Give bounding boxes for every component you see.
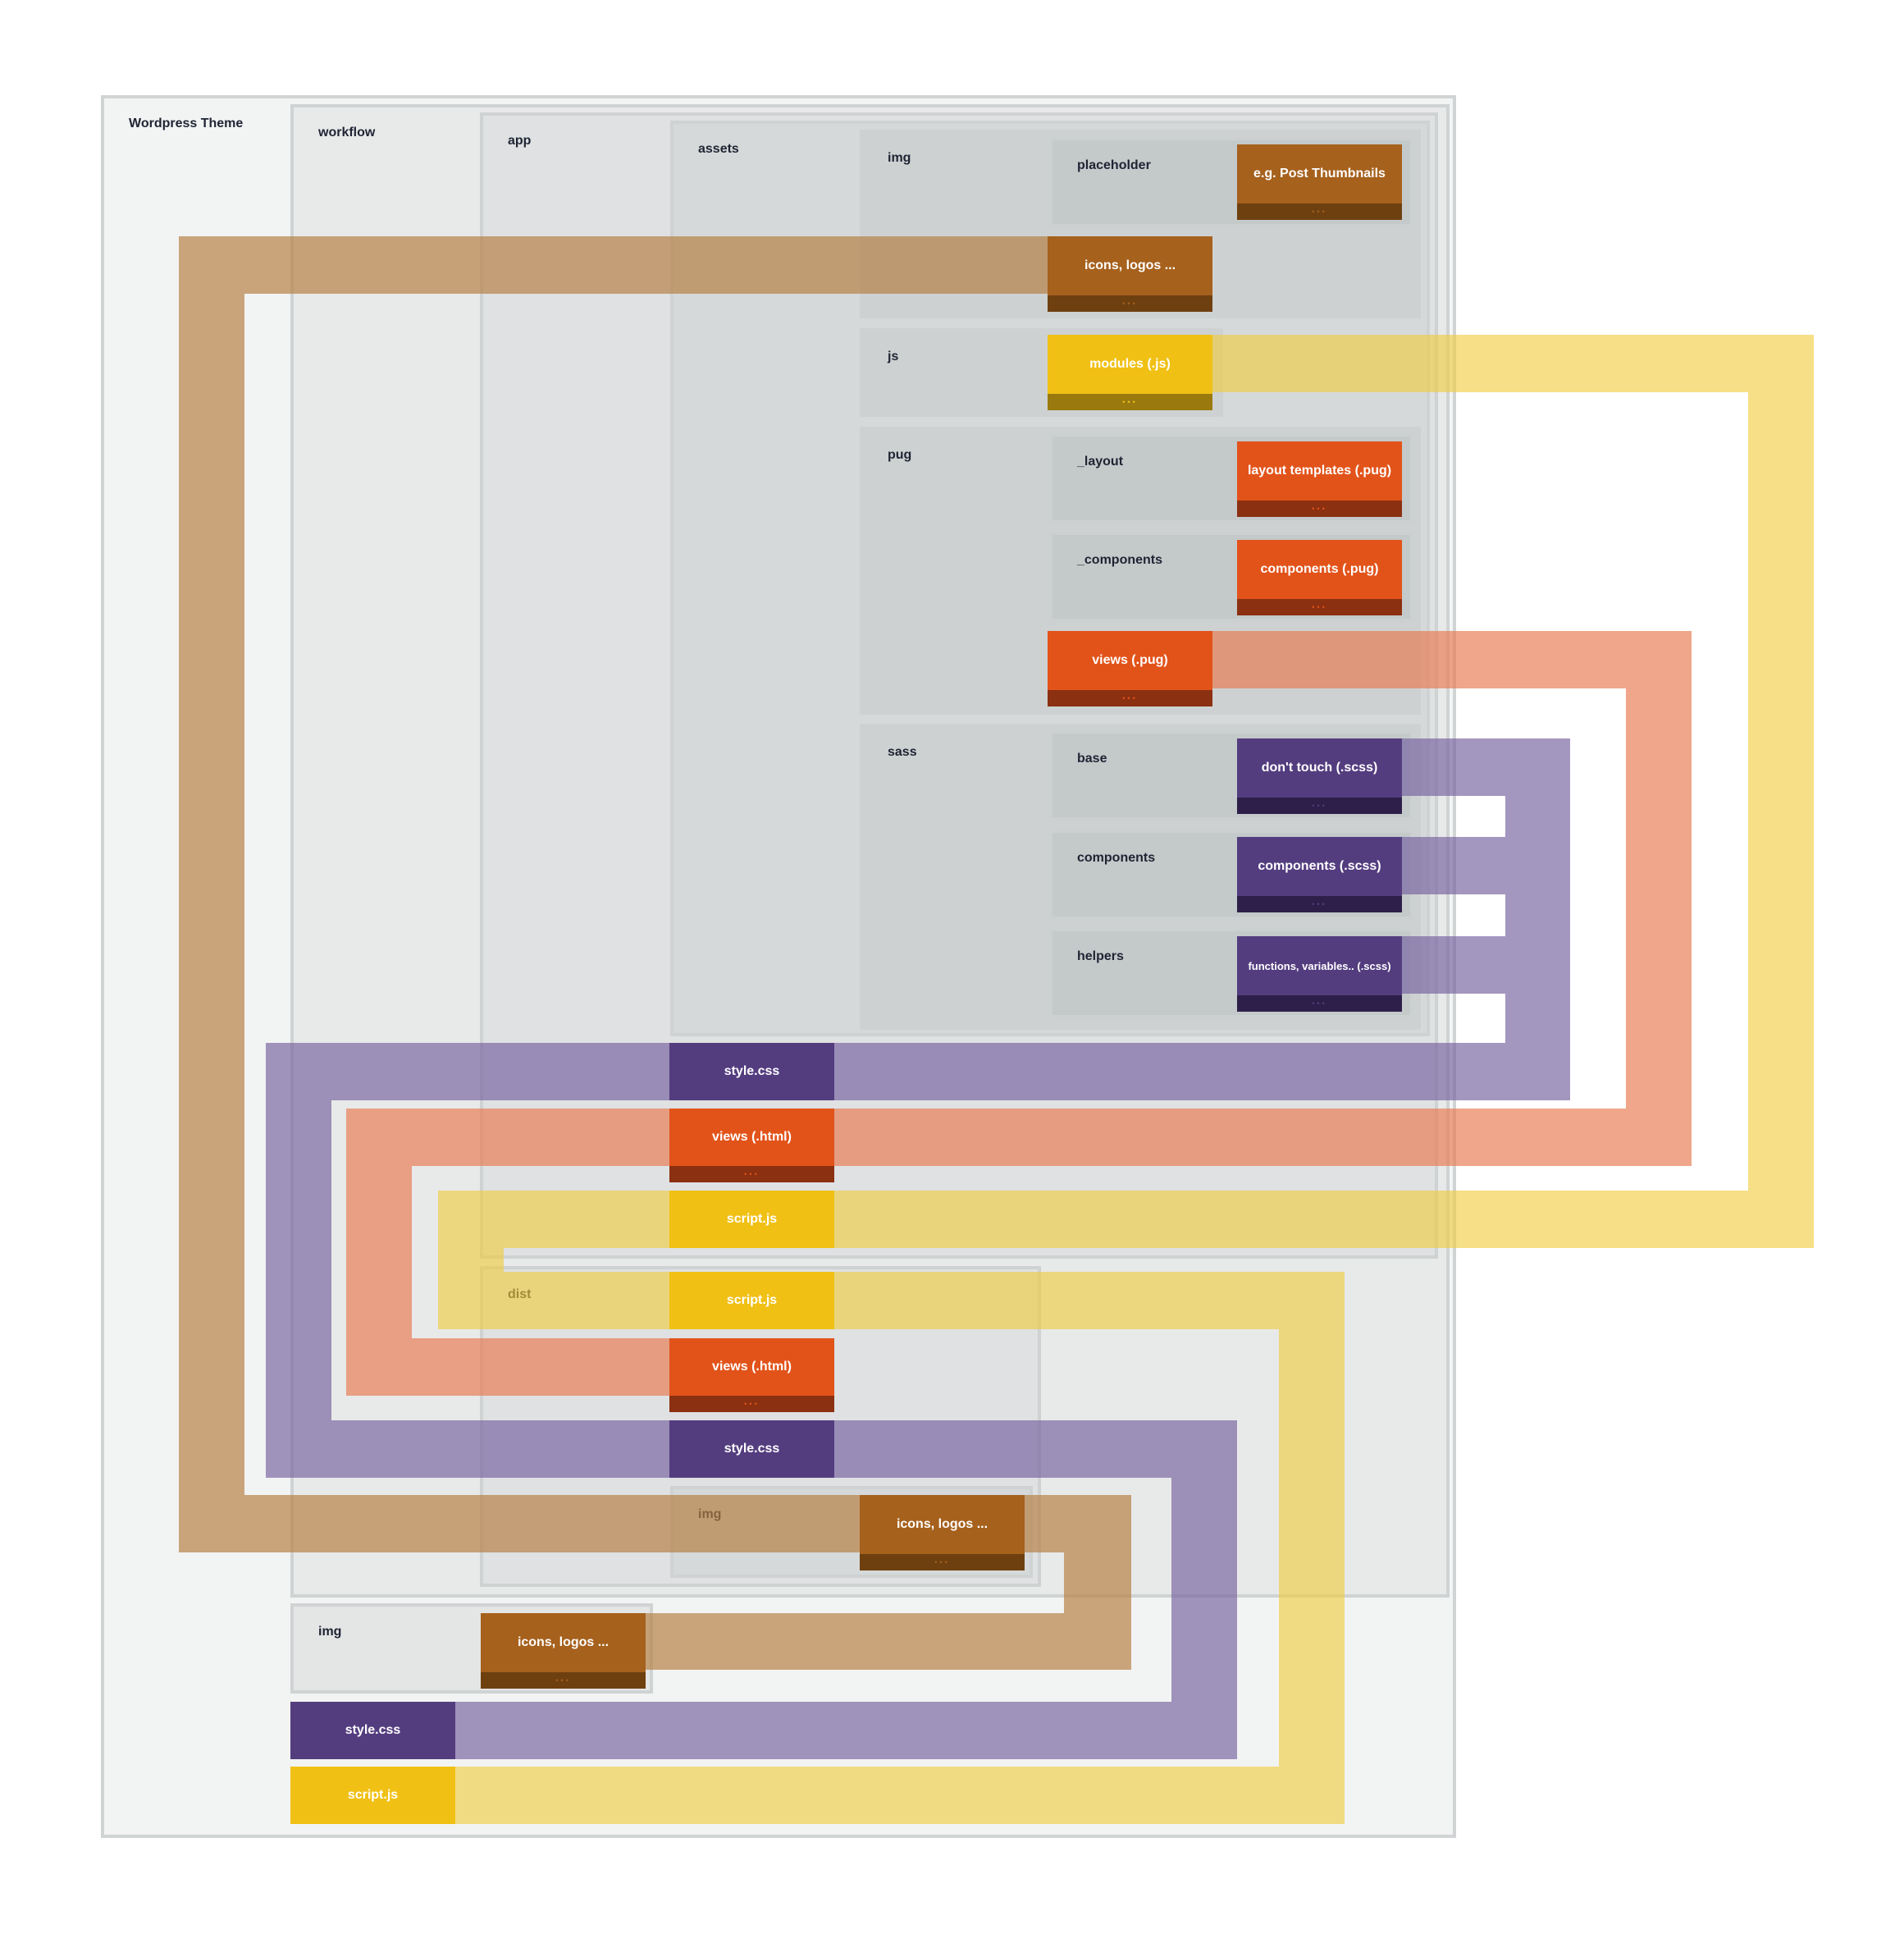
- folder-label: helpers: [1077, 949, 1124, 963]
- file-components-pug[interactable]: components (.pug) •••: [1237, 540, 1402, 615]
- folder-structure-diagram: Wordpress Theme workflow app assets img …: [0, 0, 1904, 1943]
- file-label: layout templates (.pug): [1247, 464, 1392, 478]
- more-indicator: •••: [1048, 690, 1212, 706]
- folder-label: assets: [698, 142, 739, 156]
- folder-label: pug: [888, 448, 912, 462]
- file-label: components (.pug): [1260, 562, 1379, 576]
- file-label: script.js: [347, 1788, 399, 1802]
- folder-label: js: [888, 350, 899, 363]
- file-label: icons, logos ...: [517, 1635, 610, 1649]
- folder-label: _components: [1077, 553, 1163, 567]
- flow-band-sass: [266, 1100, 331, 1478]
- flow-band-js: [1748, 392, 1814, 1191]
- flow-band-js: [504, 1272, 1345, 1329]
- folder-label: img: [888, 151, 911, 165]
- file-label: don't touch (.scss): [1261, 761, 1378, 775]
- folder-label: workflow: [318, 126, 376, 139]
- file-root-style-css[interactable]: style.css: [290, 1702, 455, 1759]
- more-indicator: •••: [669, 1396, 834, 1412]
- file-functions-variables-scss[interactable]: functions, variables.. (.scss) •••: [1237, 936, 1402, 1012]
- folder-label: base: [1077, 752, 1107, 766]
- flow-band-pug: [412, 1338, 670, 1396]
- flow-band-js: [1212, 335, 1814, 392]
- flow-band-sass: [1402, 837, 1505, 894]
- flow-band-pug: [1212, 631, 1692, 688]
- file-app-views-html[interactable]: views (.html) •••: [669, 1109, 834, 1182]
- file-layout-templates[interactable]: layout templates (.pug) •••: [1237, 441, 1402, 517]
- folder-label: _layout: [1077, 455, 1124, 469]
- flow-band-img: [179, 236, 1048, 294]
- folder-label: app: [508, 134, 532, 148]
- folder-label: sass: [888, 745, 917, 759]
- file-label: script.js: [726, 1212, 778, 1226]
- folder-label: placeholder: [1077, 158, 1151, 172]
- flow-band-sass: [1171, 1478, 1237, 1759]
- file-label: components (.scss): [1258, 859, 1381, 873]
- flow-band-pug: [1626, 688, 1692, 1166]
- folder-label: Wordpress Theme: [129, 117, 244, 130]
- file-post-thumbnails[interactable]: e.g. Post Thumbnails •••: [1237, 144, 1402, 220]
- file-label: functions, variables.. (.scss): [1248, 959, 1391, 972]
- file-views-pug[interactable]: views (.pug) •••: [1048, 631, 1212, 706]
- file-label: views (.html): [712, 1360, 792, 1374]
- more-indicator: •••: [1048, 394, 1212, 410]
- folder-label: components: [1077, 851, 1156, 865]
- flow-band-img: [1064, 1552, 1131, 1613]
- flow-band-pug: [346, 1166, 412, 1396]
- more-indicator: •••: [1237, 896, 1402, 912]
- flow-band-sass: [1402, 738, 1570, 796]
- flow-band-js: [1279, 1329, 1345, 1824]
- more-indicator: •••: [1237, 203, 1402, 220]
- folder-label: img: [318, 1625, 342, 1639]
- more-indicator: •••: [1237, 995, 1402, 1012]
- file-dist-icons-logos[interactable]: icons, logos ... •••: [860, 1495, 1025, 1570]
- file-label: icons, logos ...: [1084, 258, 1176, 272]
- flow-band-js: [454, 1767, 1279, 1824]
- more-indicator: •••: [1237, 501, 1402, 517]
- file-label: style.css: [724, 1064, 780, 1078]
- file-dist-style-css[interactable]: style.css: [669, 1420, 834, 1478]
- flow-band-js: [438, 1191, 1814, 1248]
- file-label: modules (.js): [1089, 357, 1171, 371]
- flow-band-sass: [1505, 796, 1570, 1043]
- file-app-style-css[interactable]: style.css: [669, 1043, 834, 1100]
- file-label: views (.pug): [1092, 653, 1168, 667]
- file-icons-logos-assets[interactable]: icons, logos ... •••: [1048, 236, 1212, 312]
- flow-band-img: [645, 1613, 1131, 1670]
- file-app-script-js[interactable]: script.js: [669, 1191, 834, 1248]
- file-dist-views-html[interactable]: views (.html) •••: [669, 1338, 834, 1412]
- file-dont-touch-scss[interactable]: don't touch (.scss) •••: [1237, 738, 1402, 814]
- file-label: style.css: [345, 1723, 401, 1737]
- flow-band-js: [438, 1248, 504, 1329]
- more-indicator: •••: [1237, 599, 1402, 615]
- flow-band-sass: [266, 1043, 1570, 1100]
- file-dist-script-js[interactable]: script.js: [669, 1272, 834, 1329]
- more-indicator: •••: [1237, 798, 1402, 814]
- more-indicator: •••: [669, 1166, 834, 1182]
- flow-band-pug: [346, 1109, 1626, 1166]
- flow-band-sass: [454, 1702, 1171, 1759]
- file-label: icons, logos ...: [896, 1517, 989, 1531]
- flow-band-img: [179, 294, 244, 1552]
- flow-band-sass: [1402, 936, 1505, 994]
- file-root-script-js[interactable]: script.js: [290, 1767, 455, 1824]
- file-label: e.g. Post Thumbnails: [1253, 167, 1386, 181]
- file-label: views (.html): [712, 1130, 792, 1144]
- more-indicator: •••: [481, 1672, 646, 1689]
- more-indicator: •••: [860, 1554, 1025, 1570]
- file-label: style.css: [724, 1442, 780, 1456]
- file-root-icons-logos[interactable]: icons, logos ... •••: [481, 1613, 646, 1689]
- more-indicator: •••: [1048, 295, 1212, 312]
- file-modules-js[interactable]: modules (.js) •••: [1048, 335, 1212, 410]
- file-components-scss[interactable]: components (.scss) •••: [1237, 837, 1402, 912]
- file-label: script.js: [726, 1293, 778, 1307]
